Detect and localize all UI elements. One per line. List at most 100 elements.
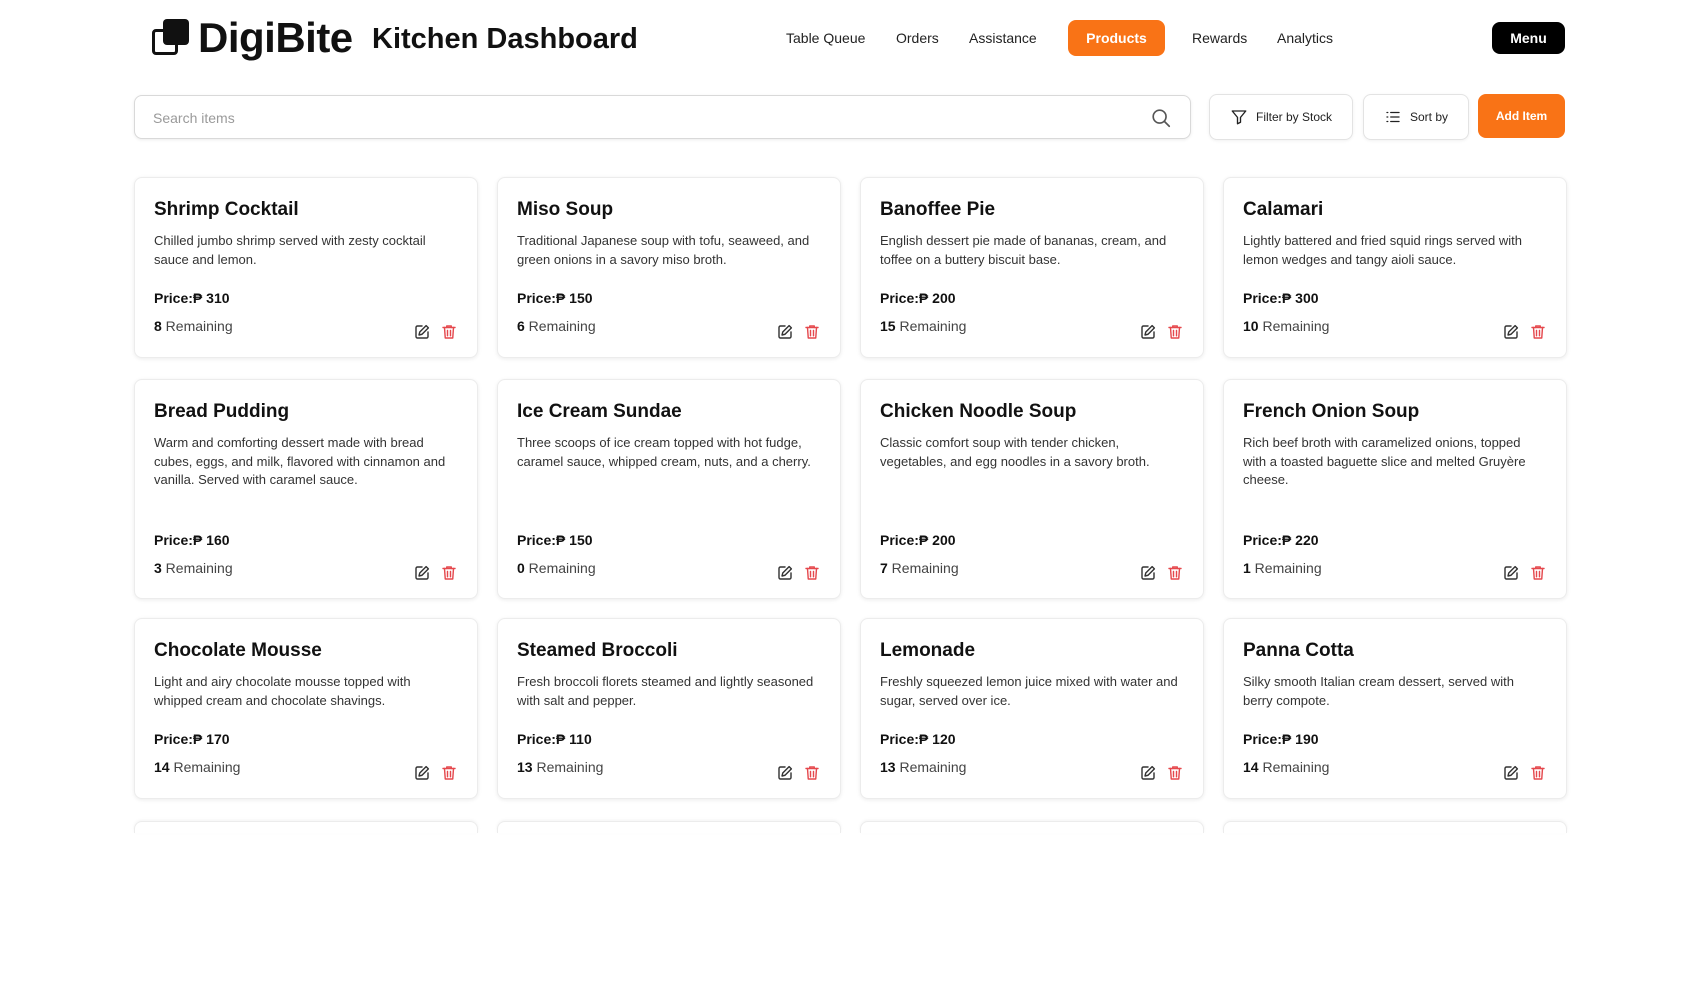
edit-icon[interactable]: [776, 764, 794, 782]
top-header: DigiBite Kitchen Dashboard Table Queue O…: [0, 0, 1693, 80]
price-label: Price:: [517, 532, 556, 548]
edit-icon[interactable]: [776, 564, 794, 582]
sort-label: Sort by: [1409, 110, 1448, 124]
remaining-count: 3: [154, 560, 162, 576]
nav-item-analytics[interactable]: Analytics: [1277, 20, 1333, 56]
product-price: Price:₱ 310: [154, 290, 230, 306]
product-name: Banoffee Pie: [880, 199, 996, 220]
remaining-stock: 6 Remaining: [517, 318, 596, 334]
product-card-partial: [134, 821, 478, 833]
product-card-partial: [860, 821, 1204, 833]
currency-symbol: ₱: [555, 290, 566, 306]
product-name: Bread Pudding: [154, 401, 290, 422]
product-card-partial: [1223, 821, 1567, 833]
product-card[interactable]: Calamari Lightly battered and fried squid…: [1223, 177, 1567, 358]
product-price: Price:₱ 160: [154, 532, 230, 548]
nav-item-table-queue[interactable]: Table Queue: [786, 20, 865, 56]
product-price: Price:₱ 150: [517, 532, 593, 548]
product-card[interactable]: Chicken Noodle Soup Classic comfort soup …: [860, 379, 1204, 599]
delete-trash-icon[interactable]: [440, 564, 458, 582]
product-price: Price:₱ 220: [1243, 532, 1319, 548]
delete-trash-icon[interactable]: [803, 764, 821, 782]
delete-trash-icon[interactable]: [1529, 764, 1547, 782]
remaining-stock: 13 Remaining: [880, 759, 966, 775]
edit-icon[interactable]: [1502, 323, 1520, 341]
nav-item-orders[interactable]: Orders: [896, 20, 939, 56]
edit-icon[interactable]: [1139, 564, 1157, 582]
product-description: Lightly battered and fried squid rings s…: [1243, 233, 1522, 267]
product-card[interactable]: Steamed Broccoli Fresh broccoli florets s…: [497, 618, 841, 799]
price-value: 310: [202, 290, 230, 306]
edit-icon[interactable]: [1139, 764, 1157, 782]
remaining-stock: 13 Remaining: [517, 759, 603, 775]
price-label: Price:: [1243, 731, 1282, 747]
edit-icon[interactable]: [776, 323, 794, 341]
product-card[interactable]: French Onion Soup Rich beef broth with ca…: [1223, 379, 1567, 599]
remaining-label: Remaining: [1250, 560, 1322, 576]
product-card[interactable]: Shrimp Cocktail Chilled jumbo shrimp serv…: [134, 177, 478, 358]
currency-symbol: ₱: [1281, 731, 1292, 747]
delete-trash-icon[interactable]: [1166, 323, 1184, 341]
brand-logo[interactable]: DigiBite: [152, 17, 353, 59]
remaining-count: 15: [880, 318, 896, 334]
remaining-count: 6: [517, 318, 525, 334]
delete-trash-icon[interactable]: [803, 323, 821, 341]
edit-icon[interactable]: [1139, 323, 1157, 341]
price-value: 150: [565, 532, 593, 548]
product-card[interactable]: Lemonade Freshly squeezed lemon juice mix…: [860, 618, 1204, 799]
delete-trash-icon[interactable]: [1166, 764, 1184, 782]
delete-trash-icon[interactable]: [1166, 564, 1184, 582]
product-name: Chocolate Mousse: [154, 640, 322, 661]
remaining-count: 7: [880, 560, 888, 576]
price-value: 200: [928, 290, 956, 306]
product-price: Price:₱ 170: [154, 731, 230, 747]
menu-button[interactable]: Menu: [1492, 22, 1565, 54]
delete-trash-icon[interactable]: [440, 323, 458, 341]
add-item-button[interactable]: Add Item: [1478, 94, 1565, 138]
remaining-stock: 8 Remaining: [154, 318, 233, 334]
price-label: Price:: [154, 532, 193, 548]
product-description: Classic comfort soup with tender chicken…: [880, 435, 1150, 469]
nav-item-rewards[interactable]: Rewards: [1192, 20, 1247, 56]
filter-by-stock-button[interactable]: Filter by Stock: [1209, 94, 1353, 140]
remaining-label: Remaining: [1258, 318, 1330, 334]
delete-trash-icon[interactable]: [1529, 323, 1547, 341]
remaining-count: 10: [1243, 318, 1259, 334]
price-value: 120: [928, 731, 956, 747]
edit-icon[interactable]: [1502, 764, 1520, 782]
product-description: Traditional Japanese soup with tofu, sea…: [517, 233, 810, 267]
edit-icon[interactable]: [413, 323, 431, 341]
product-description: Light and airy chocolate mousse topped w…: [154, 674, 411, 708]
product-card[interactable]: Banoffee Pie English dessert pie made of …: [860, 177, 1204, 358]
delete-trash-icon[interactable]: [1529, 564, 1547, 582]
sort-by-button[interactable]: Sort by: [1363, 94, 1469, 140]
product-description: Silky smooth Italian cream dessert, serv…: [1243, 674, 1514, 708]
delete-trash-icon[interactable]: [440, 764, 458, 782]
product-name: Lemonade: [880, 640, 976, 661]
edit-icon[interactable]: [1502, 564, 1520, 582]
product-card[interactable]: Ice Cream Sundae Three scoops of ice crea…: [497, 379, 841, 599]
remaining-count: 13: [880, 759, 896, 775]
search-input[interactable]: [153, 107, 1133, 129]
product-name: Shrimp Cocktail: [154, 199, 299, 220]
edit-icon[interactable]: [413, 764, 431, 782]
currency-symbol: ₱: [555, 731, 566, 747]
price-value: 160: [202, 532, 230, 548]
product-name: Panna Cotta: [1243, 640, 1354, 661]
product-name: Miso Soup: [517, 199, 614, 220]
remaining-label: Remaining: [887, 560, 959, 576]
product-card[interactable]: Bread Pudding Warm and comforting dessert…: [134, 379, 478, 599]
nav-item-assistance[interactable]: Assistance: [969, 20, 1037, 56]
price-label: Price:: [517, 290, 556, 306]
search-icon[interactable]: [1150, 107, 1172, 129]
product-name: Ice Cream Sundae: [517, 401, 682, 422]
edit-icon[interactable]: [413, 564, 431, 582]
currency-symbol: ₱: [192, 290, 203, 306]
price-label: Price:: [154, 290, 193, 306]
product-card[interactable]: Miso Soup Traditional Japanese soup with …: [497, 177, 841, 358]
product-card[interactable]: Panna Cotta Silky smooth Italian cream de…: [1223, 618, 1567, 799]
delete-trash-icon[interactable]: [803, 564, 821, 582]
nav-item-products[interactable]: Products: [1068, 20, 1165, 56]
remaining-label: Remaining: [895, 318, 967, 334]
product-card[interactable]: Chocolate Mousse Light and airy chocolate…: [134, 618, 478, 799]
